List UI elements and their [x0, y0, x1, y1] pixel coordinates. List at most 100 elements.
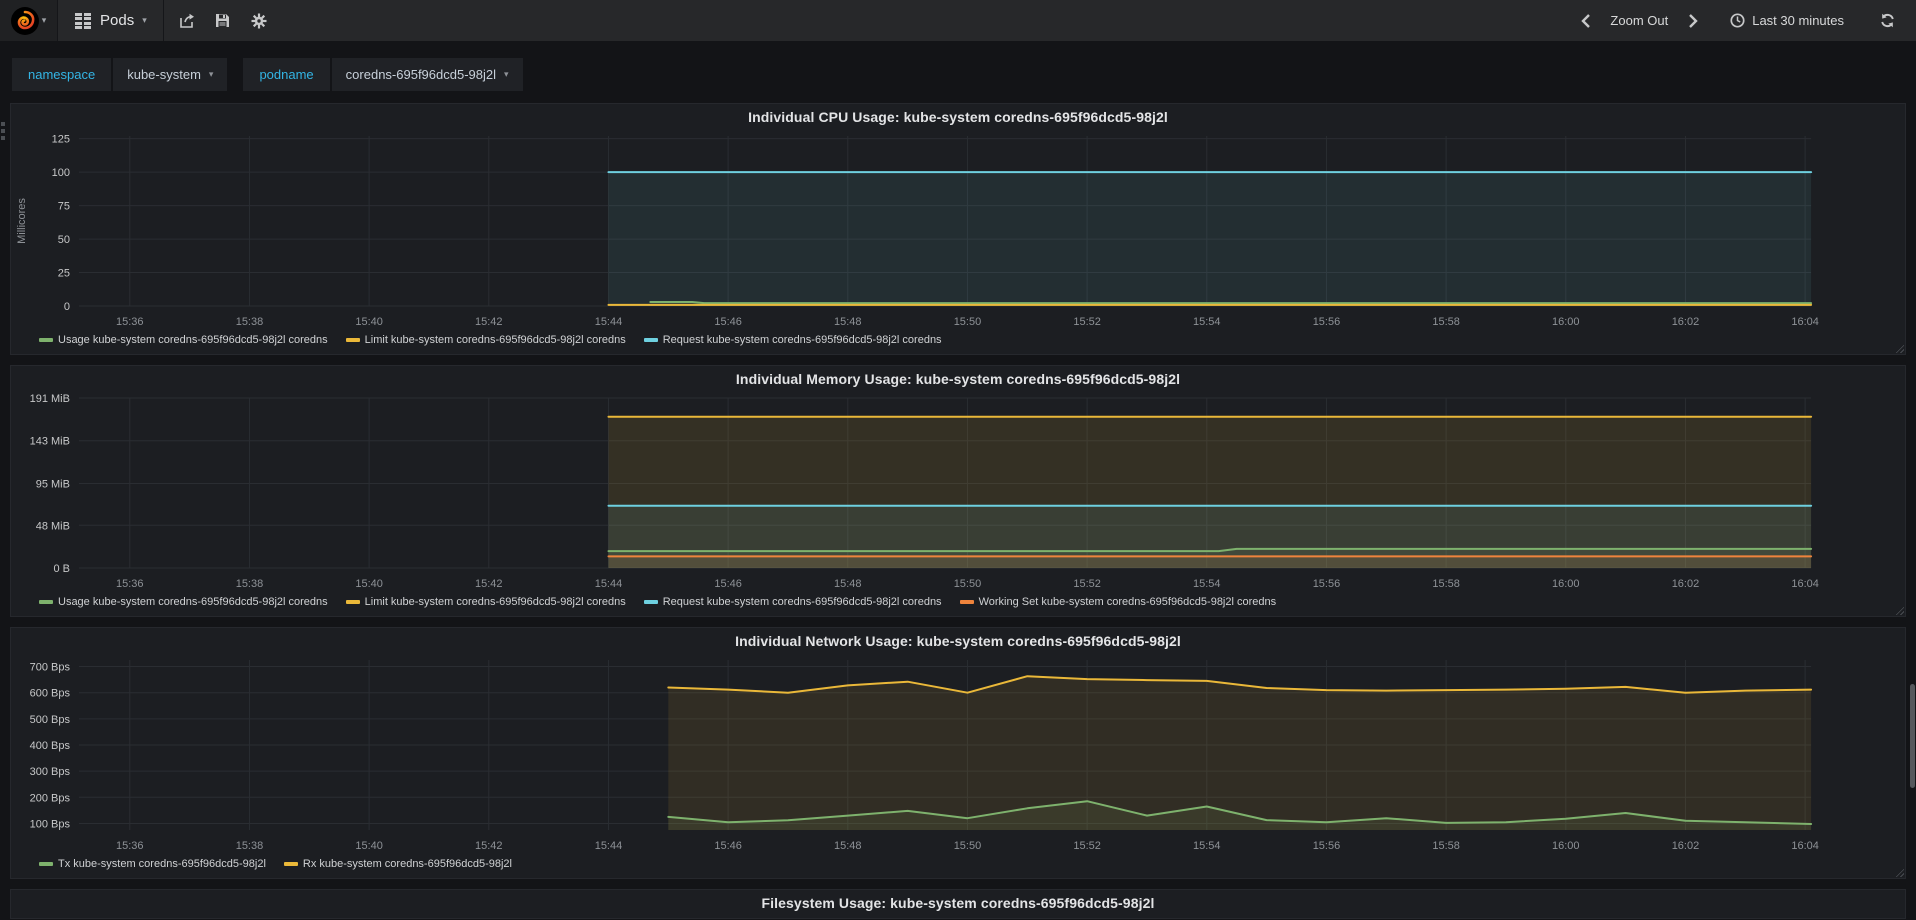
scrollbar-thumb[interactable]: [1910, 684, 1915, 788]
legend-network: Tx kube-system coredns-695f96dcd5-98j2l R…: [11, 856, 1905, 878]
svg-text:15:50: 15:50: [954, 316, 981, 328]
panel-cpu: Individual CPU Usage: kube-system coredn…: [10, 103, 1906, 355]
svg-text:15:40: 15:40: [355, 840, 382, 852]
svg-text:0 B: 0 B: [53, 563, 69, 575]
svg-text:16:04: 16:04: [1791, 840, 1818, 852]
legend-series-color: [959, 600, 974, 604]
dashboard-grid-icon: [75, 12, 91, 29]
panel-title-filesystem[interactable]: Filesystem Usage: kube-system coredns-69…: [11, 890, 1905, 916]
time-shift-forward-button[interactable]: [1678, 6, 1708, 36]
svg-text:16:02: 16:02: [1672, 578, 1699, 590]
legend-item[interactable]: Working Set kube-system coredns-695f96dc…: [959, 596, 1277, 608]
svg-text:50: 50: [58, 234, 70, 246]
panel-network: Individual Network Usage: kube-system co…: [10, 627, 1906, 879]
svg-text:15:38: 15:38: [236, 316, 263, 328]
svg-text:16:00: 16:00: [1552, 840, 1579, 852]
panel-memory: Individual Memory Usage: kube-system cor…: [10, 365, 1906, 617]
dashboard-picker[interactable]: Pods ▾: [58, 0, 164, 41]
legend-item[interactable]: Request kube-system coredns-695f96dcd5-9…: [643, 334, 942, 346]
svg-text:16:02: 16:02: [1672, 316, 1699, 328]
svg-text:48 MiB: 48 MiB: [36, 520, 70, 532]
save-button[interactable]: [208, 6, 238, 36]
chevron-down-icon: ▾: [208, 69, 214, 79]
svg-text:15:44: 15:44: [595, 316, 622, 328]
variable-label-namespace[interactable]: namespace: [12, 58, 112, 91]
legend-item[interactable]: Limit kube-system coredns-695f96dcd5-98j…: [345, 334, 626, 346]
legend-series-color: [345, 338, 360, 342]
refresh-button[interactable]: [1872, 6, 1902, 36]
gear-icon: [251, 13, 267, 28]
share-button[interactable]: [172, 6, 202, 36]
svg-text:100: 100: [52, 167, 70, 179]
svg-text:15:42: 15:42: [475, 840, 502, 852]
legend-series-label: Limit kube-system coredns-695f96dcd5-98j…: [364, 334, 626, 346]
svg-text:16:02: 16:02: [1672, 840, 1699, 852]
svg-text:15:46: 15:46: [714, 316, 741, 328]
svg-text:15:42: 15:42: [475, 578, 502, 590]
zoom-out-button[interactable]: Zoom Out: [1610, 13, 1668, 28]
refresh-icon: [1880, 13, 1894, 28]
legend-series-color: [39, 600, 53, 604]
navbar-right: Zoom Out Last 30 minutes: [1570, 0, 1916, 41]
svg-text:15:58: 15:58: [1432, 578, 1459, 590]
legend-series-label: Tx kube-system coredns-695f96dcd5-98j2l: [58, 858, 266, 870]
grafana-logo: [10, 6, 39, 35]
panel-title-network[interactable]: Individual Network Usage: kube-system co…: [11, 628, 1905, 654]
row-drag-handle[interactable]: [1, 122, 7, 140]
svg-text:Millicores: Millicores: [16, 198, 28, 244]
legend-series-label: Limit kube-system coredns-695f96dcd5-98j…: [364, 596, 626, 608]
dashboard-caret-icon: ▾: [142, 15, 147, 25]
svg-text:15:50: 15:50: [954, 840, 981, 852]
svg-text:15:46: 15:46: [714, 578, 741, 590]
settings-button[interactable]: [244, 6, 274, 36]
svg-text:16:00: 16:00: [1552, 578, 1579, 590]
navbar: ▾ Pods ▾ Zoom Out Last 30 minutes: [0, 0, 1916, 41]
chevron-right-icon: [1688, 13, 1698, 28]
legend-item[interactable]: Tx kube-system coredns-695f96dcd5-98j2l: [39, 858, 266, 870]
legend-item[interactable]: Limit kube-system coredns-695f96dcd5-98j…: [345, 596, 626, 608]
dashboard-title: Pods: [100, 12, 135, 29]
variable-value-text: kube-system: [127, 67, 201, 82]
svg-text:15:54: 15:54: [1193, 316, 1220, 328]
legend-item[interactable]: Usage kube-system coredns-695f96dcd5-98j…: [39, 596, 328, 608]
chart-canvas-network[interactable]: 15:36 15:38 15:40 15:42 15:44 15:46 15:48 15:50…: [11, 654, 1905, 856]
svg-text:16:00: 16:00: [1552, 316, 1579, 328]
legend-series-color: [345, 600, 360, 604]
time-shift-back-button[interactable]: [1570, 6, 1600, 36]
svg-text:143 MiB: 143 MiB: [30, 436, 70, 448]
time-range-picker[interactable]: Last 30 minutes: [1730, 13, 1844, 28]
template-variables-row: namespace kube-system ▾ podname coredns-695f…: [0, 41, 1916, 103]
variable-value-namespace[interactable]: kube-system ▾: [113, 58, 228, 91]
variable-namespace: namespace kube-system ▾: [12, 58, 228, 91]
svg-text:15:48: 15:48: [834, 840, 861, 852]
svg-text:15:42: 15:42: [475, 316, 502, 328]
svg-text:15:38: 15:38: [236, 578, 263, 590]
legend-series-color: [39, 862, 53, 866]
legend-item[interactable]: Rx kube-system coredns-695f96dcd5-98j2l: [283, 858, 512, 870]
variable-value-podname[interactable]: coredns-695f96dcd5-98j2l ▾: [331, 58, 523, 91]
variable-value-text: coredns-695f96dcd5-98j2l: [345, 67, 496, 82]
panel-title-memory[interactable]: Individual Memory Usage: kube-system cor…: [11, 366, 1905, 392]
chevron-left-icon: [1581, 13, 1590, 28]
svg-text:15:52: 15:52: [1073, 316, 1100, 328]
chart-canvas-memory[interactable]: 15:36 15:38 15:40 15:42 15:44 15:46 15:48 15:50…: [11, 392, 1905, 594]
variable-label-podname[interactable]: podname: [243, 58, 330, 91]
svg-text:15:36: 15:36: [116, 578, 143, 590]
svg-text:200 Bps: 200 Bps: [30, 792, 71, 804]
svg-text:100 Bps: 100 Bps: [30, 818, 71, 830]
svg-text:15:46: 15:46: [714, 840, 741, 852]
svg-text:15:44: 15:44: [595, 840, 622, 852]
grafana-menu-caret-icon: ▾: [41, 15, 47, 25]
svg-text:95 MiB: 95 MiB: [36, 478, 70, 490]
svg-text:15:36: 15:36: [116, 316, 143, 328]
svg-text:400 Bps: 400 Bps: [30, 740, 71, 752]
legend-series-label: Working Set kube-system coredns-695f96dc…: [978, 596, 1277, 608]
legend-item[interactable]: Request kube-system coredns-695f96dcd5-9…: [643, 596, 942, 608]
panel-title-cpu[interactable]: Individual CPU Usage: kube-system coredn…: [11, 104, 1905, 130]
legend-series-color: [643, 338, 658, 342]
chart-canvas-cpu[interactable]: 15:36 15:38 15:40 15:42 15:44 15:46 15:48 15:50…: [11, 130, 1905, 332]
legend-item[interactable]: Usage kube-system coredns-695f96dcd5-98j…: [39, 334, 328, 346]
grafana-menu[interactable]: ▾: [0, 0, 58, 41]
legend-series-label: Usage kube-system coredns-695f96dcd5-98j…: [58, 596, 328, 608]
svg-text:125: 125: [52, 134, 70, 146]
